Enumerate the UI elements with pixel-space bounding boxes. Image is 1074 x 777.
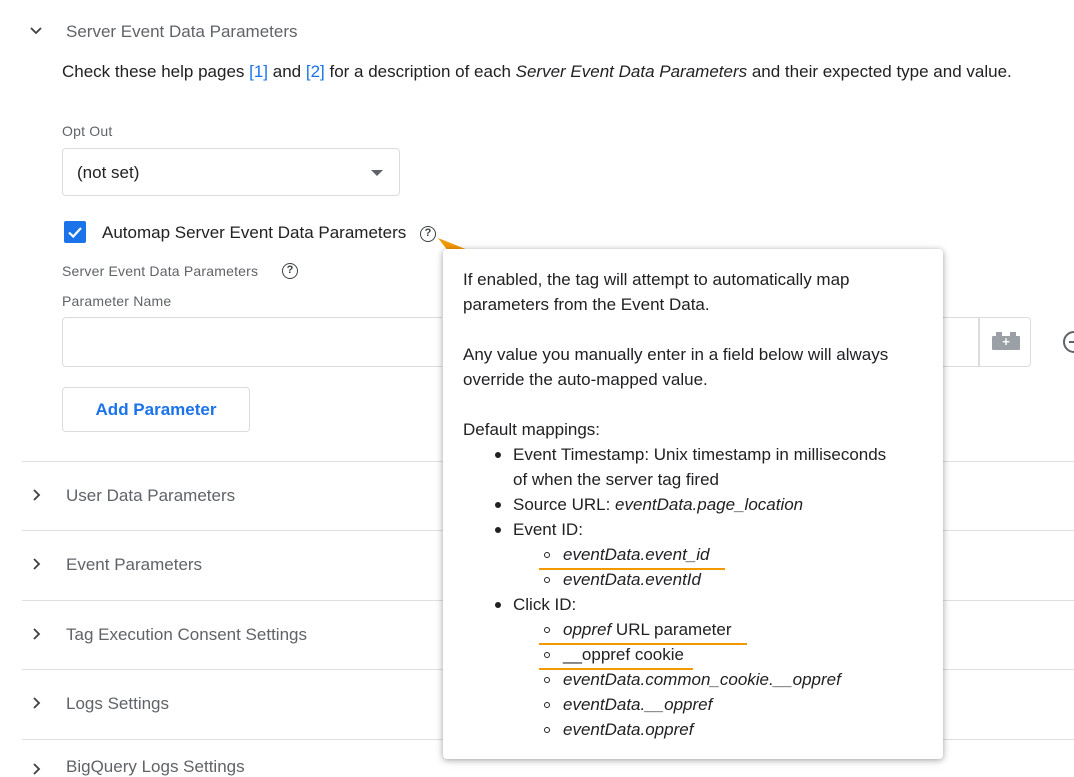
section-title-user-data[interactable]: User Data Parameters: [66, 486, 235, 506]
automap-checkbox[interactable]: [64, 221, 86, 243]
help-suffix: and their expected type and value.: [747, 62, 1012, 81]
help-circle-icon[interactable]: ?: [420, 226, 436, 242]
click-id-3: eventData.common_cookie.__oppref: [563, 670, 841, 690]
sub-bullet: [544, 552, 550, 558]
mapping-event-id: Event ID:: [513, 520, 583, 539]
parameter-name-label: Parameter Name: [62, 293, 172, 309]
sub-bullet: [544, 627, 550, 633]
click-id-1-em: oppref: [563, 620, 612, 639]
help-description: Check these help pages [1] and [2] for a…: [62, 62, 1012, 82]
chevron-down-icon[interactable]: [30, 26, 42, 36]
variable-brick-icon: +: [992, 332, 1020, 350]
help-and: and: [268, 62, 306, 81]
click-id-1: oppref URL parameter: [563, 620, 732, 640]
mapping-timestamp-cont: of when the server tag fired: [513, 470, 720, 489]
section-title-logs[interactable]: Logs Settings: [66, 694, 169, 714]
opt-out-label: Opt Out: [62, 123, 113, 139]
sub-bullet: [544, 577, 550, 583]
bullet: [495, 502, 501, 508]
chevron-right-icon[interactable]: [32, 489, 42, 501]
add-parameter-button[interactable]: Add Parameter: [62, 387, 250, 432]
help-em: Server Event Data Parameters: [515, 62, 748, 81]
help-link-1[interactable]: [1]: [249, 62, 268, 81]
bullet: [495, 452, 501, 458]
event-id-1-text: eventData.event_id: [563, 545, 710, 564]
section-title-bigquery[interactable]: BigQuery Logs Settings: [66, 757, 245, 777]
click-id-2: __oppref cookie: [563, 645, 684, 664]
mapping-click-id: Click ID:: [513, 595, 577, 614]
dropdown-caret-icon: [371, 170, 383, 176]
source-value: eventData.page_location: [615, 495, 804, 514]
help-link-2[interactable]: [2]: [306, 62, 325, 81]
tooltip-heading: Default mappings:: [463, 420, 601, 439]
tooltip-line: Any value you manually enter in a field …: [463, 345, 889, 364]
help-prefix: Check these help pages: [62, 62, 250, 81]
variable-picker-button[interactable]: +: [979, 317, 1031, 367]
source-prefix: Source URL:: [513, 495, 616, 514]
opt-out-select[interactable]: (not set): [62, 148, 400, 196]
automap-tooltip: If enabled, the tag will attempt to auto…: [443, 249, 943, 759]
section-title-server-event[interactable]: Server Event Data Parameters: [66, 22, 297, 42]
params-label: Server Event Data Parameters: [62, 263, 259, 279]
click-id-4: eventData.__oppref: [563, 695, 712, 715]
section-title-event-params[interactable]: Event Parameters: [66, 555, 202, 575]
section-title-consent[interactable]: Tag Execution Consent Settings: [66, 625, 307, 645]
remove-row-icon[interactable]: [1063, 331, 1074, 353]
sub-bullet: [544, 702, 550, 708]
tooltip-line: parameters from the Event Data.: [463, 295, 710, 314]
mapping-source-url: Source URL: eventData.page_location: [513, 495, 803, 515]
help-mid: for a description of each: [324, 62, 516, 81]
sub-bullet: [544, 727, 550, 733]
click-id-3-text: eventData.common_cookie.__oppref: [563, 670, 841, 689]
chevron-right-icon[interactable]: [32, 697, 42, 709]
help-circle-icon[interactable]: ?: [282, 263, 298, 279]
click-id-5: eventData.oppref: [563, 720, 693, 740]
bullet: [495, 527, 501, 533]
parameter-name-input[interactable]: [62, 317, 442, 367]
opt-out-value: (not set): [77, 163, 140, 182]
chevron-right-icon[interactable]: [32, 628, 42, 640]
click-id-5-text: eventData.oppref: [563, 720, 694, 739]
automap-label[interactable]: Automap Server Event Data Parameters: [102, 223, 406, 243]
event-id-2: eventData.eventId: [563, 570, 701, 590]
parameter-value-input[interactable]: [943, 317, 979, 367]
chevron-right-icon[interactable]: [32, 558, 42, 570]
bullet: [495, 602, 501, 608]
sub-bullet: [544, 677, 550, 683]
tooltip-line: If enabled, the tag will attempt to auto…: [463, 270, 850, 289]
event-id-2-text: eventData.eventId: [563, 570, 701, 589]
tooltip-line: override the auto-mapped value.: [463, 370, 708, 389]
click-id-4-text: eventData.__oppref: [563, 695, 713, 714]
chevron-right-icon[interactable]: [32, 763, 42, 775]
click-id-1-rest: URL parameter: [611, 620, 732, 639]
sub-bullet: [544, 652, 550, 658]
mapping-timestamp: Event Timestamp: Unix timestamp in milli…: [513, 445, 887, 464]
event-id-1: eventData.event_id: [563, 545, 710, 565]
